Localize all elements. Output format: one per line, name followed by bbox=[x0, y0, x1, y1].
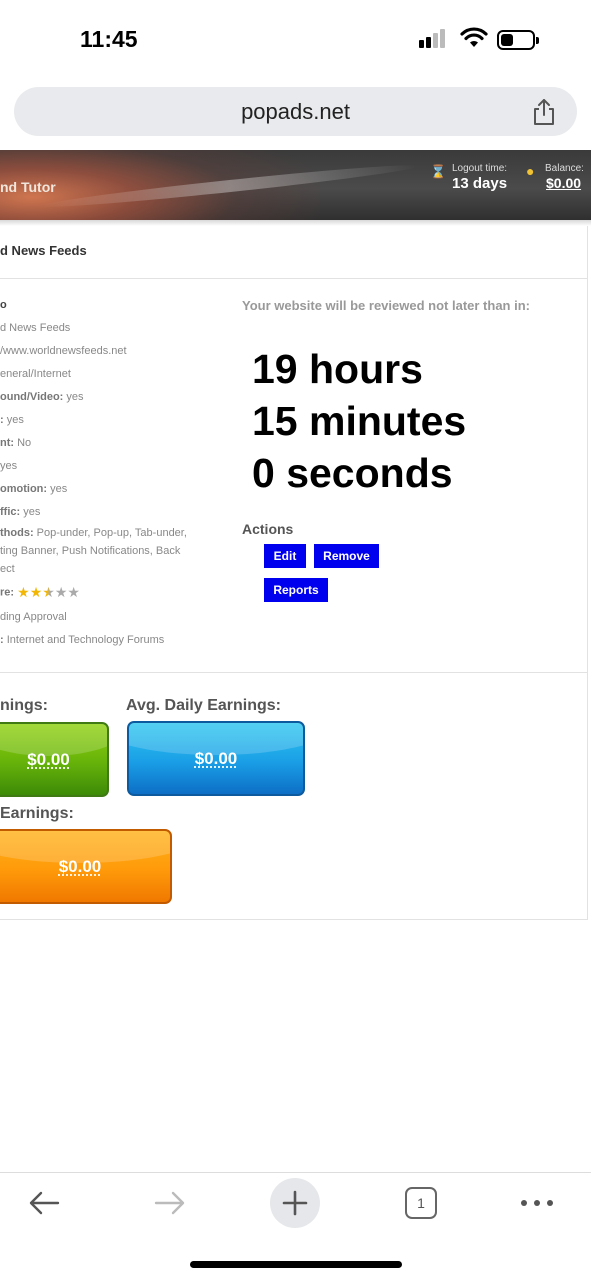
total-earnings-value[interactable]: $0.00 bbox=[27, 750, 70, 770]
forward-arrow-icon bbox=[154, 1191, 185, 1215]
total-earnings-box: $0.00 bbox=[0, 722, 109, 797]
info-promotion-value: yes bbox=[50, 483, 68, 495]
home-indicator bbox=[190, 1261, 402, 1268]
star-icon: ★ bbox=[17, 584, 30, 600]
new-tab-background bbox=[270, 1178, 320, 1228]
page-title: d News Feeds bbox=[0, 243, 87, 258]
coins-icon: ● bbox=[526, 163, 535, 179]
tab-count: 1 bbox=[417, 1195, 425, 1211]
info-topic-value: Internet and Technology Forums bbox=[6, 634, 165, 646]
earnings-box: $0.00 bbox=[0, 829, 172, 904]
share-icon[interactable] bbox=[531, 98, 557, 126]
info-url: /www.worldnewsfeeds.net bbox=[0, 345, 127, 357]
actions-label: Actions bbox=[242, 521, 294, 537]
review-notice: Your website will be reviewed not later … bbox=[242, 298, 530, 313]
content-card bbox=[0, 226, 588, 920]
address-bar[interactable]: popads.net bbox=[14, 87, 577, 136]
avg-daily-earnings-box: $0.00 bbox=[127, 721, 305, 796]
info-sound-video-label: ound/Video: bbox=[0, 391, 64, 403]
countdown-hours: 19 hours bbox=[252, 346, 423, 392]
info-row-6-value: No bbox=[17, 437, 32, 449]
more-button[interactable] bbox=[507, 1173, 567, 1233]
hourglass-icon: ⌛ bbox=[430, 164, 447, 179]
info-traffic-label: ffic: bbox=[0, 506, 21, 518]
avg-daily-earnings-value[interactable]: $0.00 bbox=[195, 749, 238, 769]
avg-daily-earnings-label: Avg. Daily Earnings: bbox=[126, 697, 281, 714]
new-tab-button[interactable] bbox=[265, 1173, 325, 1233]
info-row-5-label: : bbox=[0, 414, 4, 426]
star-icon: ★ bbox=[29, 584, 43, 600]
info-row-6-label: nt: bbox=[0, 437, 15, 449]
info-row-7: yes bbox=[0, 460, 18, 472]
info-heading: o bbox=[0, 299, 7, 311]
info-row-6: nt: No bbox=[0, 437, 31, 449]
url-text[interactable]: popads.net bbox=[14, 99, 577, 125]
info-status: ding Approval bbox=[0, 611, 67, 623]
star-icon: ★ bbox=[67, 584, 80, 600]
logout-time-value: 13 days bbox=[452, 175, 508, 192]
site-header: nd Tutor ⌛ Logout time: 13 days ● Balanc… bbox=[0, 150, 591, 220]
info-sound-video: ound/Video: yes bbox=[0, 391, 84, 403]
info-promotion-label: omotion: bbox=[0, 483, 48, 495]
status-time: 11:45 bbox=[80, 26, 138, 52]
info-methods-line-1: Pop-under, Pop-up, Tab-under, bbox=[36, 527, 187, 539]
info-score: re: ★★★★★ bbox=[0, 585, 80, 600]
earnings-label: Earnings: bbox=[0, 805, 74, 822]
info-topic: : Internet and Technology Forums bbox=[0, 634, 164, 646]
remove-button[interactable]: Remove bbox=[314, 544, 379, 568]
info-row-5-value: yes bbox=[6, 414, 24, 426]
info-score-label: re: bbox=[0, 586, 15, 599]
status-bar: 11:45 bbox=[0, 0, 591, 80]
star-icon: ★ bbox=[54, 584, 68, 600]
header-site-name[interactable]: nd Tutor bbox=[0, 179, 56, 195]
balance-label: Balance: bbox=[545, 163, 584, 174]
reports-button[interactable]: Reports bbox=[264, 578, 328, 602]
info-methods-line-3: ect bbox=[0, 563, 15, 575]
star-icon: ★ bbox=[42, 584, 55, 600]
info-promotion: omotion: yes bbox=[0, 483, 67, 495]
info-sound-video-value: yes bbox=[66, 391, 84, 403]
cellular-signal-icon bbox=[419, 28, 451, 48]
plus-icon bbox=[282, 1190, 308, 1216]
divider bbox=[0, 672, 588, 673]
divider bbox=[0, 278, 588, 279]
info-methods: thods: Pop-under, Pop-up, Tab-under, bbox=[0, 527, 187, 539]
browser-toolbar: 1 bbox=[0, 1172, 591, 1242]
logout-time-label: Logout time: bbox=[452, 163, 508, 174]
back-button[interactable] bbox=[14, 1173, 74, 1233]
countdown-seconds: 0 seconds bbox=[252, 450, 453, 496]
edit-button[interactable]: Edit bbox=[264, 544, 306, 568]
tabs-icon: 1 bbox=[405, 1187, 437, 1219]
info-row-5: : yes bbox=[0, 414, 24, 426]
info-category: eneral/Internet bbox=[0, 368, 71, 380]
info-name: d News Feeds bbox=[0, 322, 71, 334]
star-rating: ★★★★★ bbox=[17, 585, 80, 600]
more-icon bbox=[521, 1200, 553, 1206]
info-methods-label: thods: bbox=[0, 527, 34, 539]
balance-value-link[interactable]: $0.00 bbox=[546, 175, 581, 191]
info-traffic-value: yes bbox=[23, 506, 41, 518]
earnings-value[interactable]: $0.00 bbox=[59, 857, 102, 877]
info-traffic: ffic: yes bbox=[0, 506, 40, 518]
battery-icon bbox=[497, 30, 539, 50]
tabs-button[interactable]: 1 bbox=[391, 1173, 451, 1233]
countdown-minutes: 15 minutes bbox=[252, 398, 467, 444]
total-earnings-label: nings: bbox=[0, 697, 48, 714]
back-arrow-icon bbox=[29, 1191, 60, 1215]
info-methods-line-2: ting Banner, Push Notifications, Back bbox=[0, 545, 181, 557]
wifi-icon bbox=[460, 27, 488, 47]
info-topic-label: : bbox=[0, 634, 4, 646]
forward-button[interactable] bbox=[140, 1173, 200, 1233]
